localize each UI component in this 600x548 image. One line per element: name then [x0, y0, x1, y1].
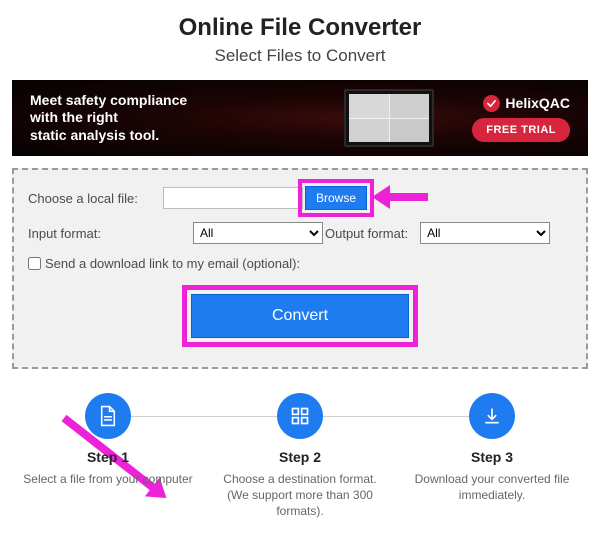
- converter-panel: Choose a local file: Browse Input format…: [12, 168, 588, 369]
- input-format-select[interactable]: All: [193, 222, 323, 244]
- ad-brand-logo: HelixQAC: [483, 95, 570, 112]
- step-1-title: Step 1: [20, 449, 196, 465]
- step-2-title: Step 2: [212, 449, 388, 465]
- browse-button[interactable]: Browse: [305, 186, 367, 210]
- output-format-select[interactable]: All: [420, 222, 550, 244]
- ad-product-image: [344, 89, 434, 147]
- step-3-desc: Download your converted file immediately…: [404, 471, 580, 503]
- choose-file-label: Choose a local file:: [28, 191, 163, 206]
- email-link-checkbox[interactable]: [28, 257, 41, 270]
- step-1-desc: Select a file from your computer: [20, 471, 196, 487]
- step-2-desc: Choose a destination format. (We support…: [212, 471, 388, 520]
- step-2: Step 2 Choose a destination format. (We …: [204, 393, 396, 520]
- ad-cta-button[interactable]: FREE TRIAL: [472, 118, 570, 142]
- step-3: Step 3 Download your converted file imme…: [396, 393, 588, 520]
- input-format-label: Input format:: [28, 226, 163, 241]
- ad-brand-name: HelixQAC: [505, 95, 570, 111]
- helix-logo-icon: [483, 95, 500, 112]
- email-link-label: Send a download link to my email (option…: [45, 256, 300, 271]
- steps-row: Step 1 Select a file from your computer …: [12, 393, 588, 520]
- grid-icon: [277, 393, 323, 439]
- step-3-title: Step 3: [404, 449, 580, 465]
- download-icon: [469, 393, 515, 439]
- ad-headline: Meet safety compliance with the right st…: [30, 92, 187, 145]
- annotation-arrow-browse: [372, 188, 428, 206]
- file-icon: [85, 393, 131, 439]
- local-file-input[interactable]: [163, 187, 303, 209]
- output-format-label: Output format:: [325, 226, 408, 241]
- page-subtitle: Select Files to Convert: [12, 46, 588, 66]
- page-title: Online File Converter: [12, 14, 588, 42]
- highlight-box-convert: Convert: [182, 285, 418, 347]
- convert-button[interactable]: Convert: [191, 294, 409, 338]
- step-1: Step 1 Select a file from your computer: [12, 393, 204, 520]
- ad-banner[interactable]: Meet safety compliance with the right st…: [12, 80, 588, 156]
